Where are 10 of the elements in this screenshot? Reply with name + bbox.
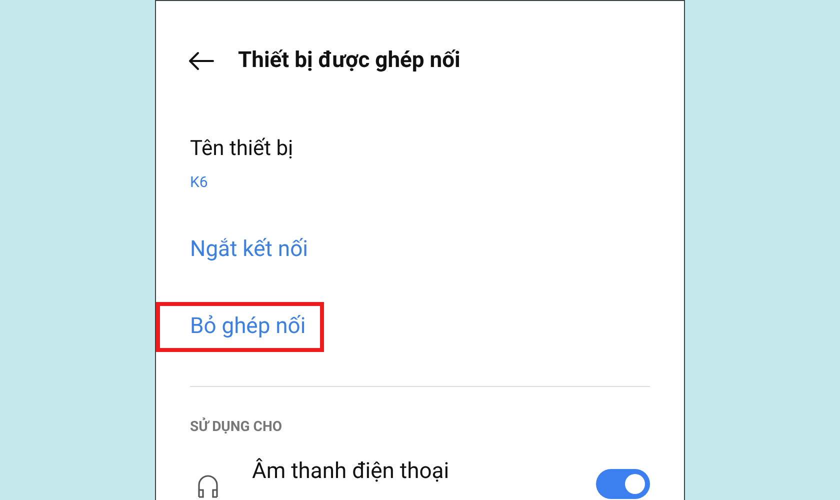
back-arrow-icon[interactable]	[188, 50, 214, 70]
device-name-label: Tên thiết bị	[190, 136, 294, 163]
device-name-value: K6	[190, 172, 208, 192]
page-title: Thiết bị được ghép nối	[238, 46, 460, 74]
toggle-switch[interactable]	[596, 469, 650, 499]
headphones-icon	[196, 473, 220, 499]
use-label: Âm thanh điện thoại	[252, 457, 450, 486]
action-link[interactable]: Ngắt kết nối	[156, 225, 312, 275]
section-heading: SỬ DỤNG CHO	[190, 417, 283, 437]
action-link[interactable]: Bỏ ghép nối	[156, 302, 324, 352]
